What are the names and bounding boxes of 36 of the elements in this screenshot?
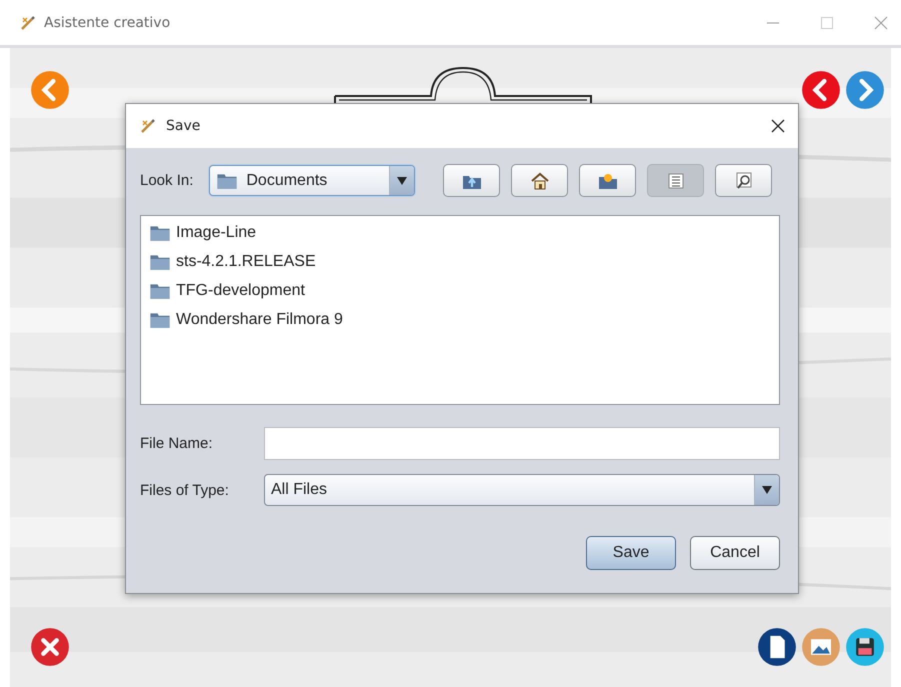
- window-title: Asistente creativo: [44, 14, 170, 30]
- magnifier-icon: [734, 172, 753, 190]
- folder-name[interactable]: Image-Line: [176, 224, 256, 242]
- up-folder-button[interactable]: [443, 164, 500, 197]
- new-folder-icon: [598, 172, 618, 190]
- file-name-field[interactable]: [264, 427, 780, 460]
- file-name-label: File Name:: [140, 435, 214, 452]
- file-type-dropdown[interactable]: All Files: [264, 474, 780, 506]
- folder-name[interactable]: sts-4.2.1.RELEASE: [176, 253, 316, 271]
- home-button[interactable]: [511, 164, 568, 197]
- look-in-dropdown[interactable]: Documents: [209, 165, 416, 196]
- folder-icon: [149, 253, 171, 271]
- details-view-button[interactable]: [715, 164, 772, 197]
- close-icon[interactable]: [770, 118, 786, 134]
- dropdown-arrow-icon: [762, 486, 772, 494]
- folder-icon: [149, 311, 171, 329]
- folder-icon: [216, 172, 238, 190]
- list-view-button[interactable]: [647, 164, 704, 197]
- folder-name[interactable]: Wondershare Filmora 9: [176, 311, 343, 329]
- dropdown-arrow-icon: [397, 176, 408, 184]
- image-icon[interactable]: [801, 627, 841, 667]
- wand-icon: [140, 118, 156, 134]
- list-icon: [668, 172, 684, 188]
- folder-name[interactable]: TFG-development: [176, 282, 305, 300]
- house-icon: [530, 172, 550, 190]
- folder-icon: [149, 224, 171, 242]
- cancel-button[interactable]: Cancel: [690, 536, 780, 570]
- document-icon[interactable]: [757, 627, 797, 667]
- file-type-label: Files of Type:: [140, 482, 230, 498]
- save-button[interactable]: Save: [586, 536, 676, 570]
- folder-icon: [149, 282, 171, 300]
- new-folder-button[interactable]: [579, 164, 636, 197]
- floppy-disk-icon[interactable]: [845, 627, 885, 667]
- look-in-label: Look In:: [140, 172, 194, 189]
- wand-icon: [20, 14, 36, 30]
- dialog-title: Save: [166, 118, 200, 134]
